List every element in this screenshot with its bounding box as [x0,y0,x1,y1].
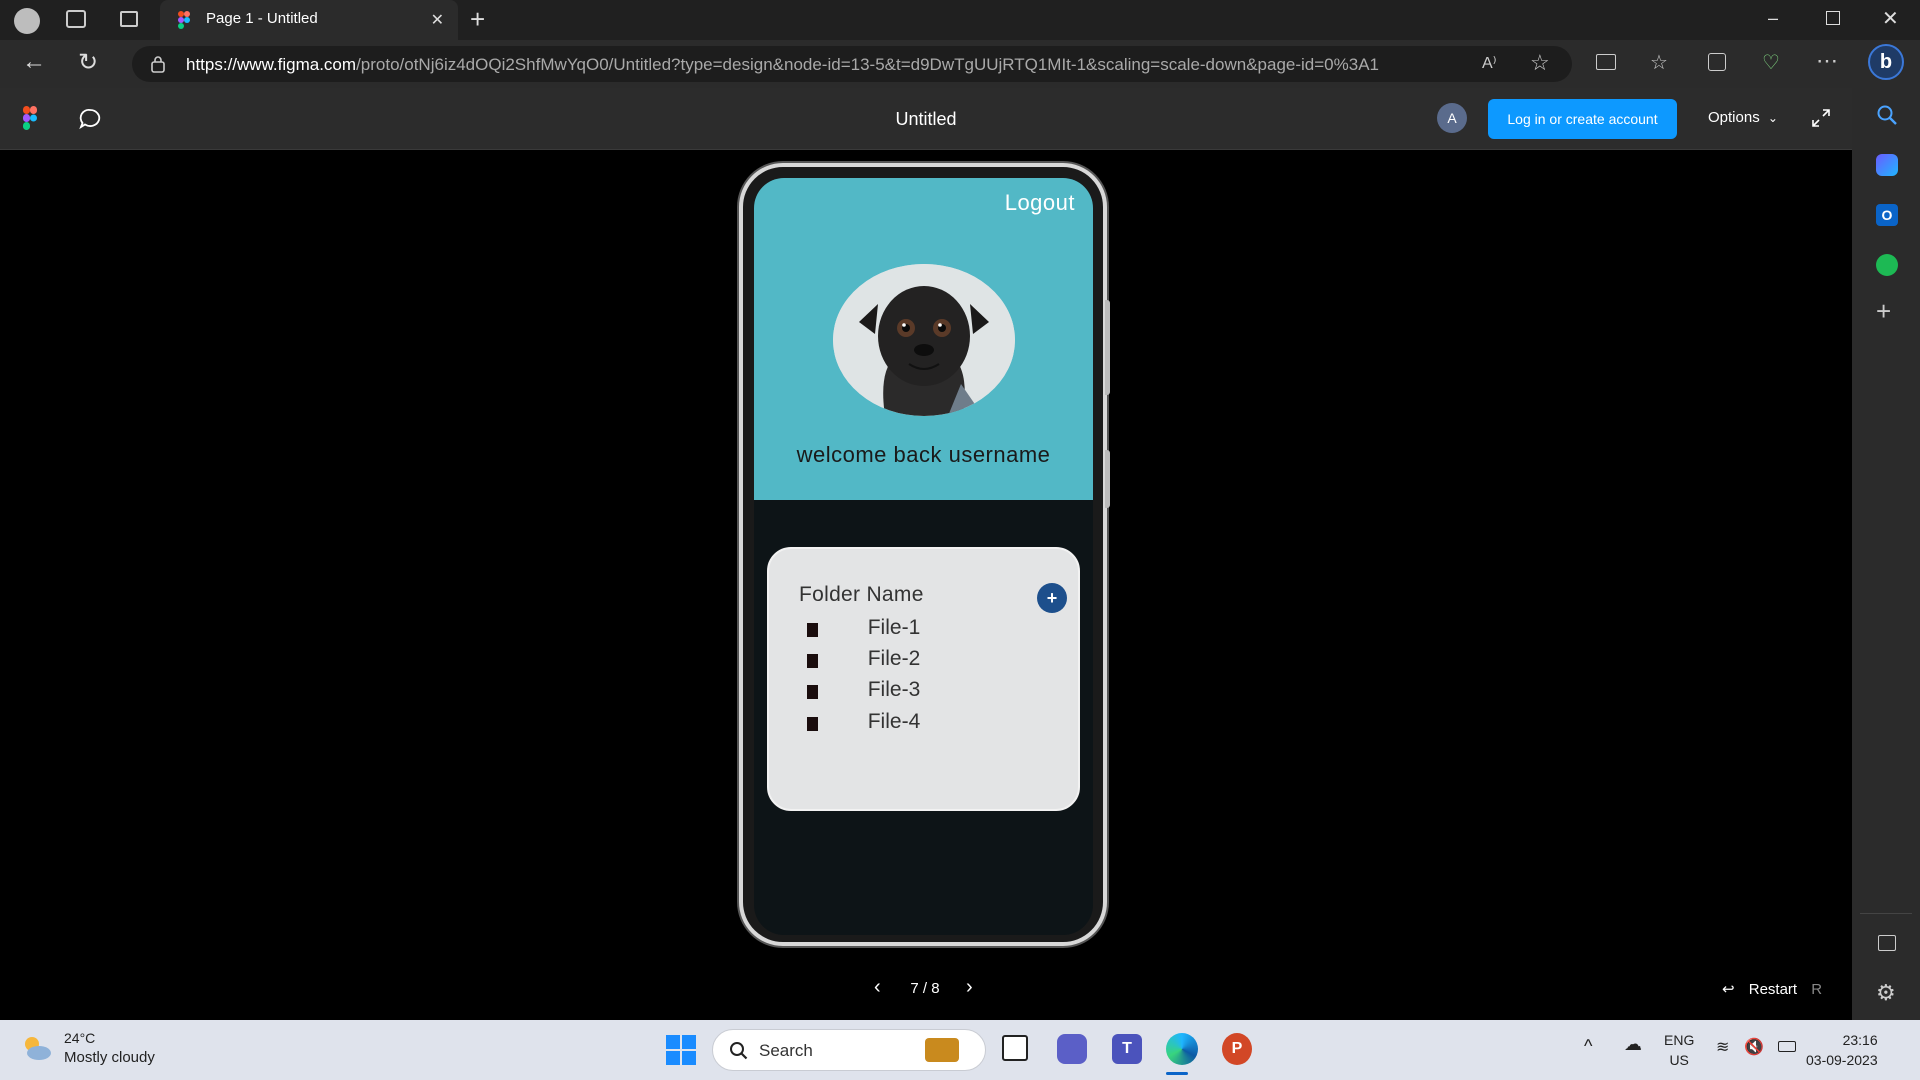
refresh-icon[interactable]: ↻ [78,48,98,77]
browser-toolbar: ← ↻ https://www.figma.com/proto/otNj6iz4… [0,40,1920,88]
copilot-icon[interactable] [1876,154,1898,176]
outlook-icon[interactable]: O [1876,204,1898,226]
file-item[interactable]: File-2 [799,647,999,675]
file-title: Untitled [895,109,957,129]
close-window-icon[interactable]: ✕ [1882,6,1899,31]
chevron-down-icon: ⌄ [1767,111,1778,125]
figma-header: Untitled A Log in or create account Opti… [0,88,1852,150]
search-icon [730,1042,748,1060]
cloudy-weather-icon [25,1037,51,1060]
url-text[interactable]: https://www.figma.com/proto/otNj6iz4dOQi… [186,55,1379,75]
file-label: File-3 [867,678,921,701]
temperature: 24°C [64,1030,96,1046]
edge-sidebar: O + ⚙ [1852,88,1920,1020]
file-item[interactable]: File-4 [799,710,999,738]
weather-text: Mostly cloudy [64,1049,155,1066]
search-icon[interactable] [1876,104,1898,126]
new-tab-icon[interactable]: + [470,4,485,35]
sidebar-settings-gear-icon[interactable]: ⚙ [1876,980,1896,1006]
restore-window-icon[interactable] [1826,11,1840,25]
hide-sidebar-icon[interactable] [1878,935,1896,951]
spotify-icon[interactable] [1876,254,1898,276]
add-file-button[interactable]: + [1037,583,1067,613]
profile-photo [833,264,1015,416]
pug-dog-image [833,264,1015,416]
tab-close-icon[interactable]: ✕ [431,10,444,30]
edge-browser-icon[interactable] [1166,1033,1198,1065]
fullscreen-icon[interactable] [1811,108,1831,128]
sidebar-divider [1860,913,1912,914]
more-options-icon[interactable]: ⋯ [1816,48,1838,74]
logout-button[interactable]: Logout [1005,190,1075,216]
welcome-message: welcome back username [796,442,1051,467]
clock-date: 03-09-2023 [1806,1052,1878,1068]
collections-icon[interactable] [1708,53,1726,71]
folder-card: Folder Name + File-1 File-2 File-3 File-… [767,547,1080,811]
add-sidebar-app-icon[interactable]: + [1876,296,1891,327]
bing-copilot-icon[interactable]: b [1868,44,1904,80]
folder-name: Folder Name [799,583,924,606]
search-label: Search [759,1041,813,1060]
options-label: Options [1708,109,1760,126]
file-item[interactable]: File-3 [799,678,999,706]
next-frame-icon[interactable]: › [966,976,973,999]
lock-icon[interactable] [150,55,166,73]
wifi-icon[interactable]: ≋ [1716,1037,1729,1057]
figma-logo-icon[interactable] [23,106,37,130]
restart-shortcut: R [1811,981,1823,998]
phone-side-button [1105,300,1110,395]
url-host: https://www.figma.com [186,55,357,74]
teams-chat-icon[interactable] [1057,1034,1087,1064]
system-clock[interactable]: 23:16 03-09-2023 [1806,1030,1878,1070]
clock-time: 23:16 [1842,1032,1878,1048]
back-icon[interactable]: ← [22,48,46,76]
file-label: File-2 [867,647,921,670]
figma-favicon-icon [178,11,190,29]
teams-icon[interactable]: T [1112,1034,1142,1064]
file-label: File-4 [867,710,921,733]
favorite-star-icon[interactable]: ☆ [1530,50,1550,76]
browser-tab-active[interactable]: Page 1 - Untitled ✕ [160,0,458,40]
phone-screen: Logout welcome back username Folder Name… [754,178,1093,935]
phone-side-button [1105,450,1110,508]
options-dropdown[interactable]: Options ⌄ [1708,109,1778,126]
restart-arrow-icon: ↩ [1722,981,1735,998]
read-aloud-icon[interactable]: A⁾ [1482,53,1497,73]
comment-icon[interactable] [78,107,102,131]
windows-taskbar: 24°C Mostly cloudy Search T P ^ ☁ ENG US… [0,1020,1920,1080]
split-screen-icon[interactable] [1596,54,1616,70]
browser-essentials-icon[interactable]: ♡ [1762,50,1780,75]
address-bar[interactable]: https://www.figma.com/proto/otNj6iz4dOQi… [132,46,1572,82]
show-hidden-icons-chevron-up-icon[interactable]: ^ [1584,1036,1592,1057]
browser-tab-strip: Page 1 - Untitled ✕ + – ✕ [0,0,1920,40]
language-indicator[interactable]: ENG US [1664,1030,1694,1070]
active-app-indicator [1166,1072,1188,1075]
tab-actions-icon[interactable] [120,11,138,27]
tab-title: Page 1 - Untitled [206,10,318,27]
onedrive-offline-icon[interactable]: ☁ [1624,1034,1642,1055]
lang-secondary: US [1669,1052,1689,1068]
battery-icon[interactable] [1778,1041,1796,1052]
prototype-pager: ‹ 7 / 8 › [870,976,980,1002]
powerpoint-icon[interactable]: P [1222,1033,1252,1065]
restart-label: Restart [1748,981,1798,998]
profile-icon[interactable] [14,8,40,34]
taskbar-search[interactable]: Search [712,1029,986,1071]
lang-primary: ENG [1664,1032,1695,1048]
page-indicator: 7 / 8 [910,980,940,997]
login-button[interactable]: Log in or create account [1488,99,1677,139]
profile-header: Logout welcome back username [754,178,1093,500]
file-item[interactable]: File-1 [799,616,999,644]
workspaces-icon[interactable] [66,10,86,28]
volume-muted-icon[interactable]: 🔇 [1744,1037,1764,1057]
search-highlight-briefcase-icon [925,1038,959,1062]
favorites-icon[interactable]: ☆ [1650,50,1668,75]
minimize-icon[interactable]: – [1768,8,1778,29]
url-path: /proto/otNj6iz4dOQi2ShfMwYqO0/Untitled?t… [356,55,1379,74]
file-label: File-1 [867,616,921,639]
start-windows-icon[interactable] [666,1035,696,1065]
avatar[interactable]: A [1437,103,1467,133]
task-view-icon[interactable] [1002,1035,1028,1061]
restart-button[interactable]: ↩ Restart R [1722,980,1822,998]
